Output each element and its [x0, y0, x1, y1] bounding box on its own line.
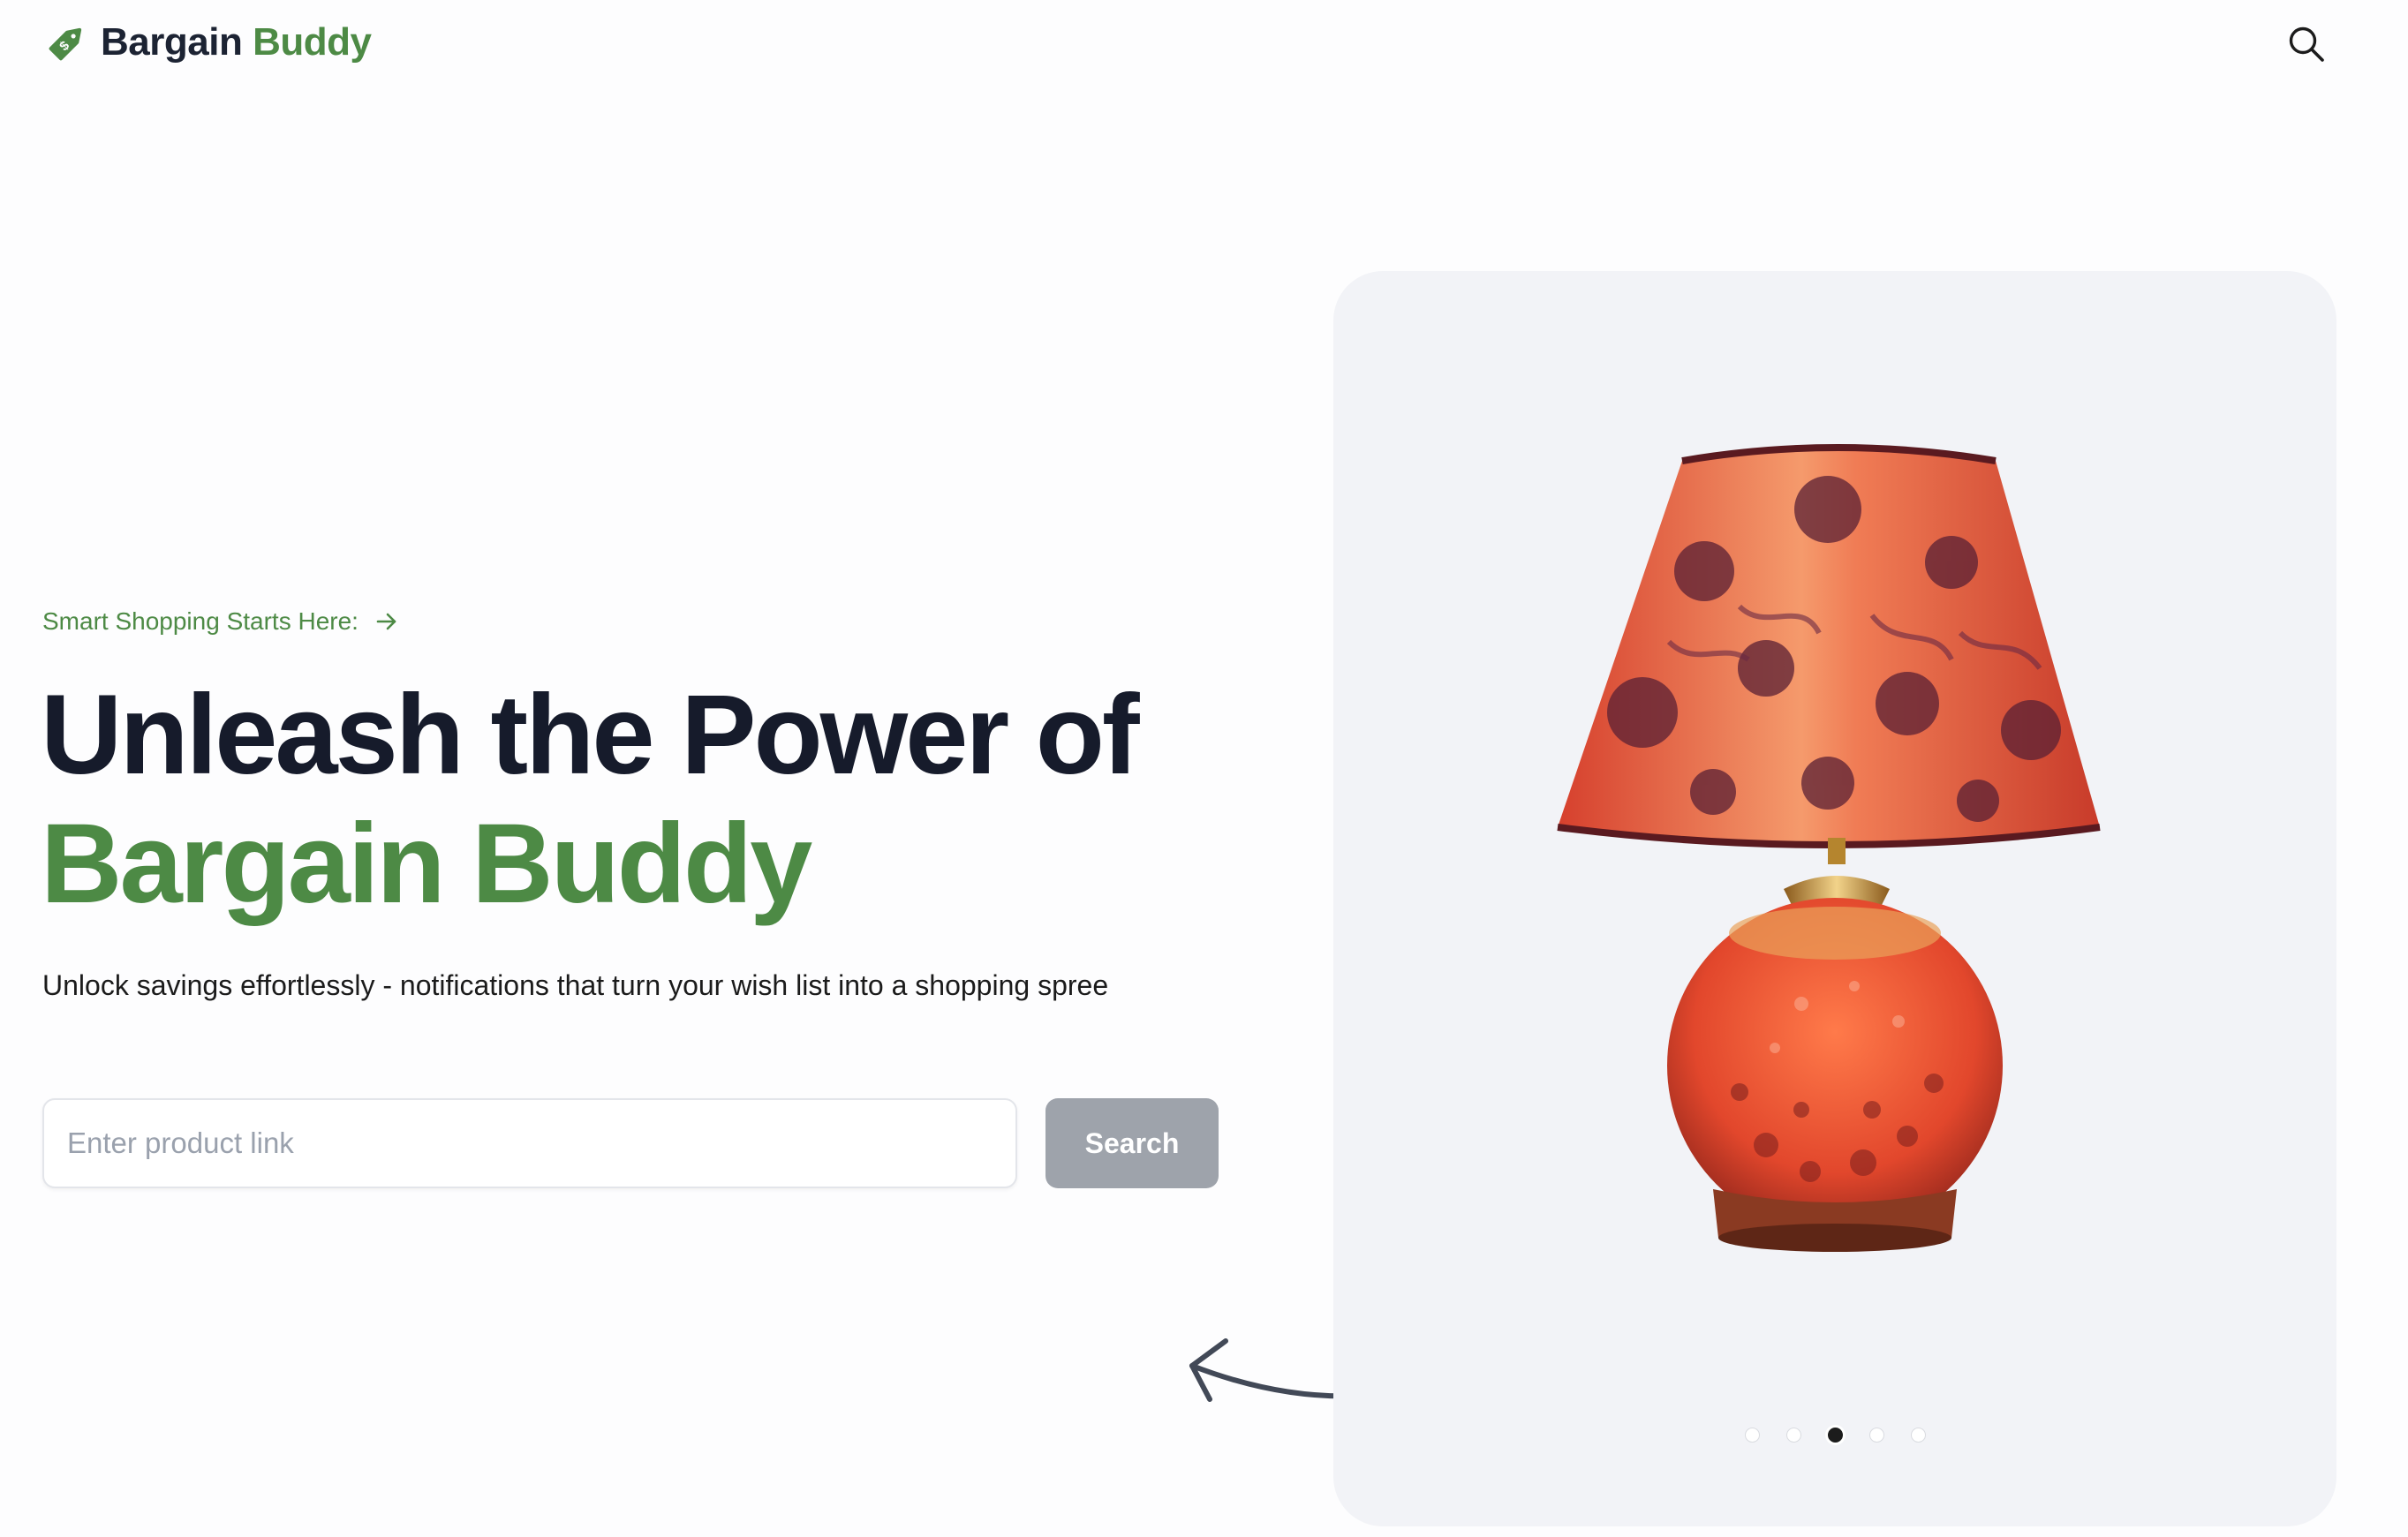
brand-name: Bargain Buddy — [101, 20, 372, 64]
lamp-product-image — [1557, 444, 2101, 1252]
carousel-dot-1[interactable] — [1744, 1428, 1760, 1443]
carousel-dot-4[interactable] — [1868, 1428, 1884, 1443]
tagline-link[interactable]: Smart Shopping Starts Here: — [42, 604, 399, 639]
search-button[interactable]: Search — [1045, 1098, 1219, 1188]
landing-page: $ Bargain Buddy Smart Shopping Starts He… — [0, 0, 2408, 1537]
carousel-dot-2[interactable] — [1785, 1428, 1801, 1443]
carousel-dot-5[interactable] — [1910, 1428, 1926, 1443]
hero-headline: Unleash the Power of Bargain Buddy — [41, 671, 1140, 929]
product-carousel[interactable] — [1333, 271, 2336, 1526]
tagline-text: Smart Shopping Starts Here: — [42, 607, 359, 635]
brand-name-second: Buddy — [253, 20, 372, 64]
search-icon — [2289, 26, 2324, 62]
product-link-input[interactable] — [42, 1098, 1017, 1188]
arrow-right-icon — [376, 613, 396, 630]
price-tag-icon: $ — [49, 27, 82, 61]
carousel-indicators — [1333, 1428, 2336, 1449]
headline-line-2: Bargain Buddy — [41, 801, 812, 927]
brand-logo[interactable]: $ Bargain Buddy — [44, 16, 372, 69]
hero-subtitle: Unlock savings effortlessly - notificati… — [42, 969, 1109, 1001]
brand-name-first: Bargain — [101, 20, 243, 64]
headline-line-1: Unleash the Power of — [41, 672, 1140, 798]
carousel-dot-3[interactable] — [1827, 1428, 1843, 1443]
header-search-button[interactable] — [2282, 19, 2331, 69]
